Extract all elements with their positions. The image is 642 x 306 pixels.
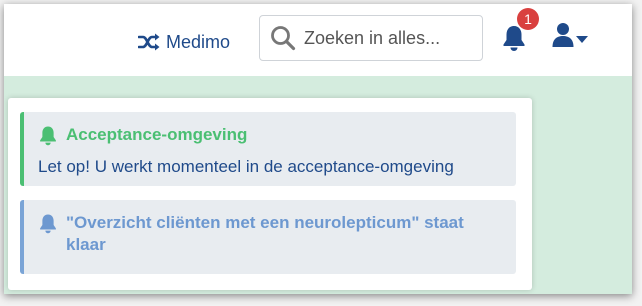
caret-down-icon bbox=[576, 31, 588, 49]
notification-title: "Overzicht cliënten met een neurolepticu… bbox=[66, 213, 464, 254]
search-icon bbox=[270, 25, 296, 51]
notification-item[interactable]: Acceptance-omgeving Let op! U werkt mome… bbox=[20, 112, 516, 186]
bell-icon bbox=[38, 213, 58, 240]
app-window: Medimo 1 bbox=[4, 4, 632, 294]
switch-environment-label: Medimo bbox=[166, 31, 231, 52]
shuffle-icon bbox=[138, 33, 160, 51]
top-navbar: Medimo 1 bbox=[4, 4, 632, 76]
switch-environment-button[interactable]: Medimo bbox=[138, 30, 230, 54]
notifications-panel: Acceptance-omgeving Let op! U werkt mome… bbox=[8, 98, 532, 290]
search-input[interactable] bbox=[304, 27, 464, 49]
notification-body: Let op! U werkt momenteel in de acceptan… bbox=[38, 157, 454, 176]
notification-count-badge: 1 bbox=[517, 8, 539, 30]
notification-title-row: Acceptance-omgeving bbox=[38, 124, 504, 152]
bell-icon bbox=[38, 125, 58, 152]
search-box[interactable] bbox=[259, 15, 483, 61]
user-icon bbox=[552, 22, 574, 53]
notification-title: Acceptance-omgeving bbox=[66, 125, 248, 144]
user-menu-button[interactable] bbox=[552, 22, 588, 52]
notification-title-row: "Overzicht cliënten met een neurolepticu… bbox=[38, 212, 504, 256]
notification-item[interactable]: "Overzicht cliënten met een neurolepticu… bbox=[20, 200, 516, 274]
bell-icon bbox=[501, 26, 527, 56]
